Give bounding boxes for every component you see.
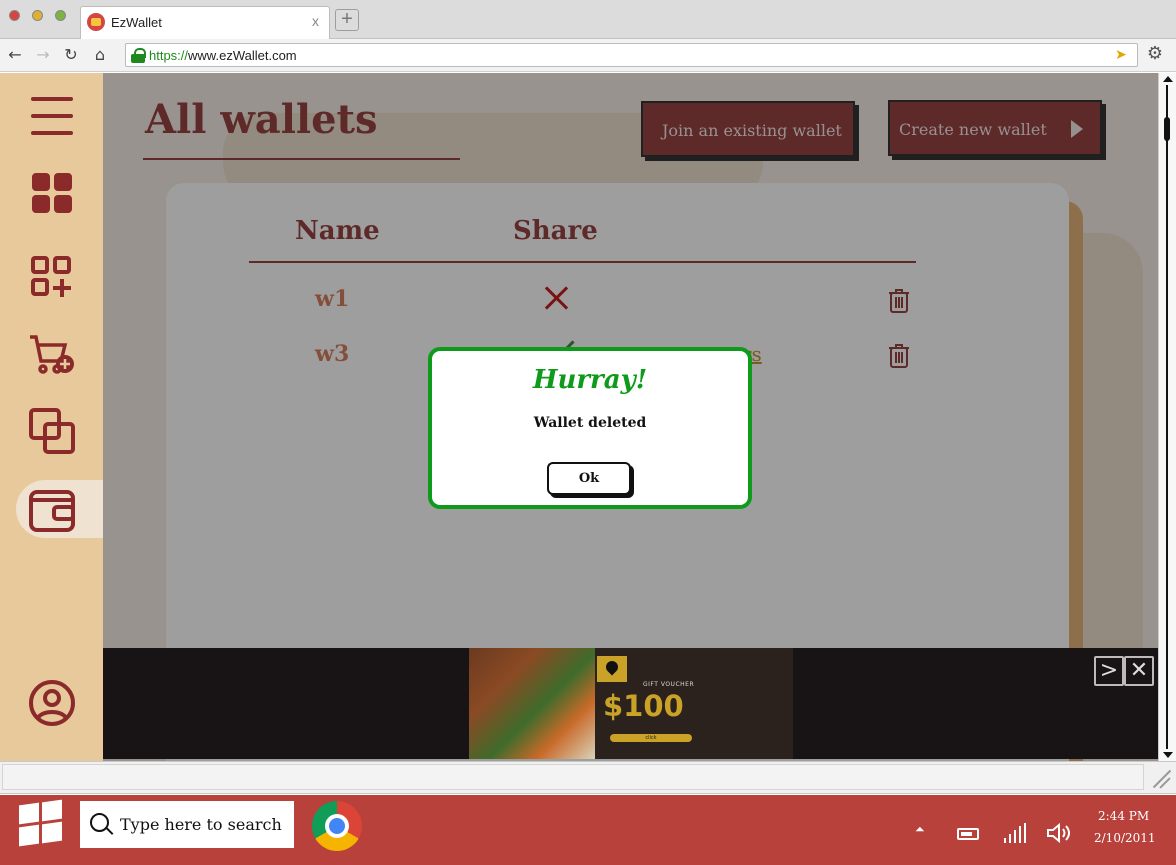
browser-tab[interactable]: EzWallet x [80,6,330,39]
chrome-browser-icon[interactable] [312,801,362,851]
clock-date[interactable]: 2/10/2011 [1094,831,1156,845]
taskbar-search-box[interactable]: Type here to search [80,801,294,848]
wallet-icon[interactable] [28,487,76,535]
back-arrow-icon[interactable]: ← [5,45,25,65]
ad-food-photo [469,648,595,759]
browser-nav-bar: ← → ↻ ⌂ https://www.ezWallet.com ➤ ⚙ [0,39,1176,72]
vertical-scrollbar[interactable] [1158,73,1176,761]
tray-expand-icon[interactable]: ⏶ [915,819,925,839]
scroll-down-arrow-icon[interactable] [1163,752,1173,758]
menu-icon[interactable] [28,93,76,141]
window-minimize-dot[interactable] [32,10,43,21]
ad-click-button[interactable]: click [610,734,692,742]
status-field [2,764,1144,790]
lock-icon [131,48,146,63]
window-close-dot[interactable] [9,10,20,21]
cart-add-icon[interactable] [28,331,76,379]
overlap-squares-icon[interactable] [28,407,76,455]
wallet-favicon-icon [87,13,105,31]
clock-time[interactable]: 2:44 PM [1098,809,1149,823]
page-viewport: All wallets Join an existing wallet Crea… [0,73,1158,761]
scroll-up-arrow-icon[interactable] [1163,76,1173,82]
dashboard-grid-icon[interactable] [28,169,76,217]
volume-icon[interactable] [1046,822,1072,844]
tab-title: EzWallet [111,15,162,30]
search-placeholder: Type here to search [120,815,282,834]
browser-tab-bar: EzWallet x + [0,0,1176,39]
url-scheme: https:// [149,48,189,63]
signal-bars-icon[interactable] [1004,823,1028,843]
location-pin-icon [597,656,627,682]
add-category-icon[interactable] [28,253,76,301]
settings-gear-icon[interactable]: ⚙ [1145,44,1165,64]
tab-close-button[interactable]: x [312,13,319,29]
scroll-thumb[interactable] [1164,117,1170,141]
os-taskbar: Type here to search ⏶ 2:44 PM 2/10/2011 [0,795,1176,865]
ad-close-button[interactable]: ✕ [1124,656,1154,686]
ok-button[interactable]: Ok [547,462,631,495]
ad-next-button[interactable]: > [1094,656,1124,686]
browser-status-bar [0,761,1176,794]
address-bar[interactable]: https://www.ezWallet.com ➤ [125,43,1138,67]
home-icon[interactable]: ⌂ [90,45,110,65]
ad-amount: $100 [603,689,684,723]
user-profile-icon[interactable] [28,679,76,727]
ad-voucher-label: GIFT VOUCHER [643,681,695,688]
new-tab-button[interactable]: + [335,9,359,31]
sidebar [0,73,116,761]
dialog-title: Hurray! [532,365,648,395]
url-host: www.ezWallet.com [188,48,297,63]
windows-start-icon[interactable] [19,799,63,847]
bookmark-icon[interactable]: ➤ [1115,47,1131,63]
url-text: https://www.ezWallet.com [149,48,297,63]
ad-banner: GIFT VOUCHER $100 click > ✕ [103,648,1158,759]
search-icon [90,813,112,835]
ad-image[interactable]: GIFT VOUCHER $100 click [469,648,793,759]
dialog-message: Wallet deleted [533,415,647,431]
reload-icon[interactable]: ↻ [61,45,81,65]
scroll-track[interactable] [1166,85,1168,749]
window-maximize-dot[interactable] [55,10,66,21]
success-dialog: Hurray! Wallet deleted Ok [428,347,752,509]
resize-grip-icon[interactable] [1150,770,1172,790]
battery-icon[interactable] [957,828,979,840]
forward-arrow-icon[interactable]: → [33,45,53,65]
